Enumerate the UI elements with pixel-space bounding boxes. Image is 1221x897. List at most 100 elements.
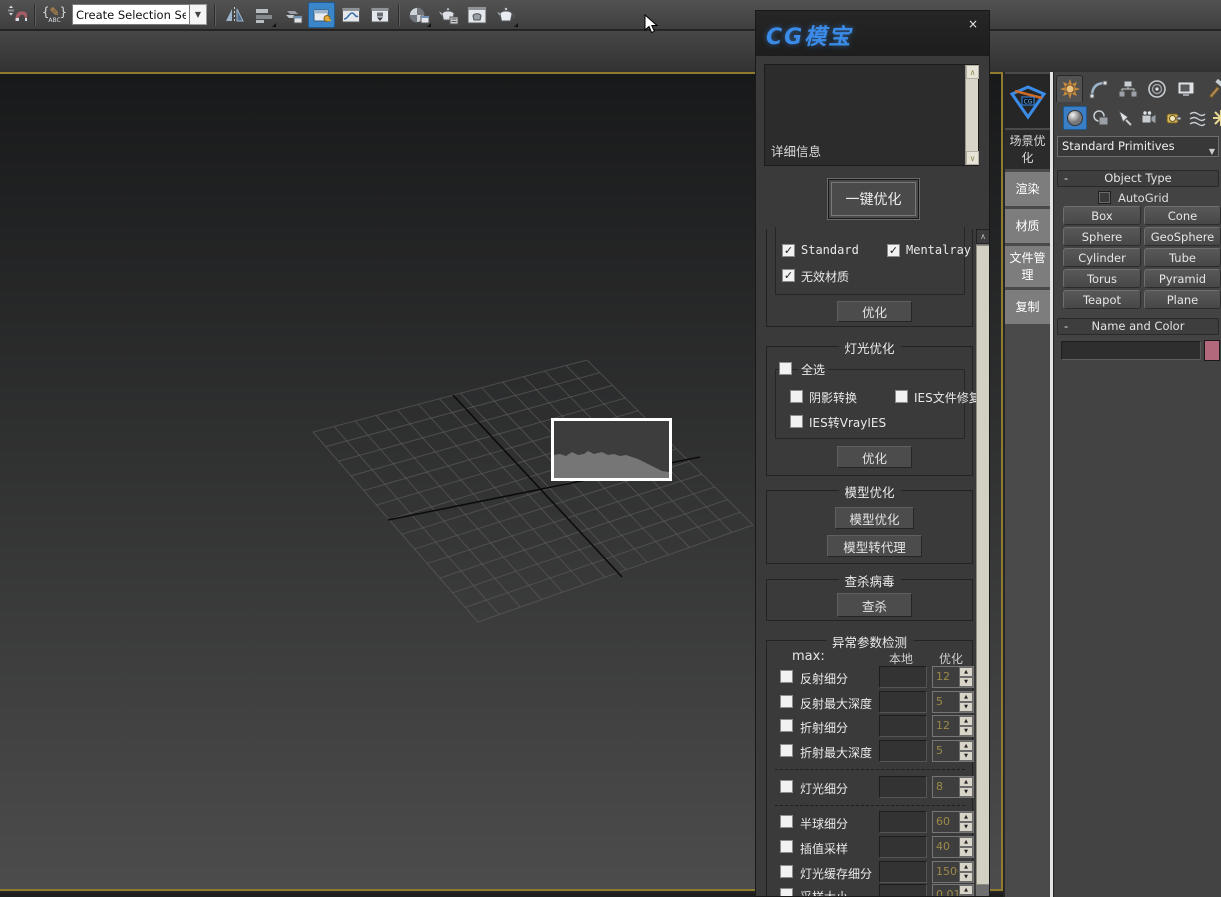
object-name-input[interactable] [1061, 341, 1201, 360]
spinner-value[interactable]: 1500 [936, 865, 958, 878]
spinner-value[interactable]: 12 [936, 670, 958, 683]
param-checkbox[interactable] [780, 719, 793, 732]
material-optimize-button[interactable]: 优化 [837, 301, 912, 322]
spinner-down-icon[interactable]: ▼ [959, 787, 973, 797]
ies-to-vrayies-checkbox[interactable] [790, 415, 803, 428]
close-icon[interactable]: × [965, 16, 981, 32]
optimize-spinner[interactable]: 5▲▼ [932, 740, 974, 762]
select-all-checkbox[interactable] [779, 362, 792, 375]
subtab-geometry[interactable] [1063, 106, 1087, 130]
graphite-modeling-tools-toggle-icon[interactable] [308, 2, 335, 28]
invalid-material-checkbox[interactable] [782, 269, 795, 282]
param-checkbox[interactable] [780, 744, 793, 757]
tab-create[interactable] [1056, 75, 1083, 102]
mentalray-checkbox[interactable] [887, 244, 900, 257]
local-value-input[interactable] [879, 691, 927, 713]
material-editor-icon[interactable] [405, 2, 432, 28]
spinner-down-icon[interactable]: ▼ [959, 872, 973, 882]
local-value-input[interactable] [879, 811, 927, 833]
subtab-cameras[interactable] [1137, 106, 1161, 130]
spinner-up-icon[interactable]: ▲ [959, 716, 973, 726]
model-to-proxy-button[interactable]: 模型转代理 [827, 535, 922, 557]
spinner-up-icon[interactable]: ▲ [959, 862, 973, 872]
scroll-up-icon[interactable]: ∧ [976, 229, 990, 244]
tab-copy[interactable]: 复制 [1005, 290, 1050, 324]
spinner-up-icon[interactable]: ▲ [959, 741, 973, 751]
optimize-spinner[interactable]: 40▲▼ [932, 836, 974, 858]
torus-button[interactable]: Torus [1063, 269, 1141, 288]
spinner-down-icon[interactable]: ▼ [959, 847, 973, 857]
name-color-rollout-header[interactable]: - Name and Color [1057, 318, 1219, 335]
light-optimize-button[interactable]: 优化 [837, 446, 912, 468]
local-value-input[interactable] [879, 776, 927, 798]
one-click-optimize-button[interactable]: 一键优化 [828, 179, 919, 219]
optimize-spinner[interactable]: 1500▲▼ [932, 861, 974, 883]
param-checkbox[interactable] [780, 695, 793, 708]
spinner-up-icon[interactable]: ▲ [959, 812, 973, 822]
spinner-value[interactable]: 8 [936, 780, 958, 793]
spinner-down-icon[interactable]: ▼ [959, 751, 973, 761]
snap-spinner-toggle-icon[interactable] [2, 2, 29, 28]
mirror-icon[interactable] [221, 2, 248, 28]
tab-render[interactable]: 渲染 [1005, 172, 1050, 206]
param-checkbox[interactable] [780, 840, 793, 853]
optimize-spinner[interactable]: 8▲▼ [932, 776, 974, 798]
selection-set-dropdown-chevron-icon[interactable]: ▼ [190, 4, 207, 25]
shadow-convert-checkbox[interactable] [790, 390, 803, 403]
edit-named-selection-sets-icon[interactable]: {✎}ABC [41, 2, 68, 28]
tab-display[interactable] [1172, 75, 1199, 102]
box-button[interactable]: Box [1063, 206, 1141, 225]
subtab-lights[interactable] [1113, 106, 1137, 130]
schematic-view-icon[interactable] [366, 2, 393, 28]
sphere-button[interactable]: Sphere [1063, 227, 1141, 246]
subtab-shapes[interactable] [1089, 106, 1113, 130]
cone-button[interactable]: Cone [1144, 206, 1221, 225]
optimize-spinner[interactable]: 12▲▼ [932, 715, 974, 737]
ies-fix-checkbox[interactable] [895, 390, 908, 403]
spinner-up-icon[interactable]: ▲ [959, 692, 973, 702]
selected-plane-object[interactable] [551, 418, 672, 481]
spinner-up-icon[interactable]: ▲ [959, 837, 973, 847]
spinner-value[interactable]: 5 [936, 695, 958, 708]
object-type-rollout-header[interactable]: - Object Type [1057, 170, 1219, 187]
virus-scan-button[interactable]: 查杀 [837, 593, 912, 617]
spinner-down-icon[interactable]: ▼ [959, 677, 973, 687]
optimize-spinner[interactable]: 12▲▼ [932, 666, 974, 688]
param-checkbox[interactable] [780, 780, 793, 793]
tab-motion[interactable] [1143, 75, 1170, 102]
tab-utilities[interactable] [1201, 75, 1221, 102]
spinner-value[interactable]: 5 [936, 744, 958, 757]
model-optimize-button[interactable]: 模型优化 [835, 507, 914, 529]
spinner-value[interactable]: 12 [936, 719, 958, 732]
plugin-titlebar[interactable]: CG模宝 × [756, 11, 989, 56]
spinner-value[interactable]: 0.01 [936, 888, 958, 897]
cylinder-button[interactable]: Cylinder [1063, 248, 1141, 267]
param-checkbox[interactable] [780, 888, 793, 897]
rendered-frame-window-icon[interactable] [463, 2, 490, 28]
optimize-spinner[interactable]: 5▲▼ [932, 691, 974, 713]
object-color-swatch[interactable] [1204, 340, 1220, 361]
local-value-input[interactable] [879, 836, 927, 858]
optimize-spinner[interactable]: 0.01▲▼ [932, 884, 974, 897]
subtab-space-warps[interactable] [1185, 106, 1209, 130]
spinner-down-icon[interactable]: ▼ [959, 726, 973, 736]
subtab-systems[interactable] [1209, 106, 1221, 130]
tab-file-manage[interactable]: 文件管理 [1005, 246, 1050, 287]
scroll-down-icon[interactable]: ∨ [966, 151, 979, 165]
geosphere-button[interactable]: GeoSphere [1144, 227, 1221, 246]
optimize-spinner[interactable]: 60▲▼ [932, 811, 974, 833]
plugin-scrollbar[interactable]: ∧ [976, 229, 990, 897]
local-value-input[interactable] [879, 715, 927, 737]
scrollbar-thumb[interactable] [976, 245, 990, 885]
tab-material[interactable]: 材质 [1005, 209, 1050, 243]
spinner-down-icon[interactable]: ▼ [959, 702, 973, 712]
spinner-value[interactable]: 60 [936, 815, 958, 828]
scroll-up-icon[interactable]: ∧ [966, 65, 979, 79]
local-value-input[interactable] [879, 740, 927, 762]
curve-editor-icon[interactable] [337, 2, 364, 28]
info-scrollbar[interactable]: ∧ ∨ [965, 65, 978, 165]
local-value-input[interactable] [879, 861, 927, 883]
param-checkbox[interactable] [780, 670, 793, 683]
spinner-up-icon[interactable]: ▲ [959, 777, 973, 787]
standard-checkbox[interactable] [782, 244, 795, 257]
